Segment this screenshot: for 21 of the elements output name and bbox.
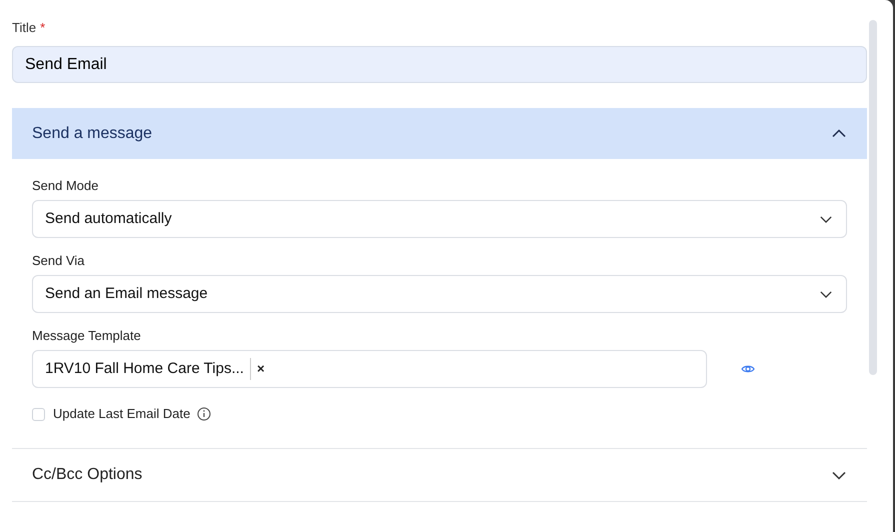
eye-icon[interactable] — [741, 364, 755, 374]
template-field[interactable]: 1RV10 Fall Home Care Tips... × — [32, 350, 707, 388]
required-mark: * — [40, 19, 46, 38]
select-field[interactable]: Send an Email message — [32, 275, 847, 313]
chevron-down-icon — [820, 216, 832, 222]
checkbox[interactable] — [32, 408, 45, 420]
scrollbar[interactable] — [869, 20, 877, 375]
field-label: Title — [12, 19, 36, 38]
field-label: Send Mode — [32, 177, 100, 195]
remove-button[interactable]: × — [256, 359, 265, 379]
info-icon[interactable] — [197, 407, 212, 421]
select-field[interactable]: Send automatically — [32, 200, 847, 238]
checkbox-label: Update Last Email Date — [53, 405, 190, 424]
title-input[interactable]: Send Email — [12, 46, 867, 83]
collapse-chevron-icon[interactable] — [831, 129, 847, 138]
expand-chevron-icon[interactable] — [831, 470, 847, 480]
chevron-down-icon — [820, 290, 832, 298]
template-tag: 1RV10 Fall Home Care Tips... — [45, 358, 251, 380]
field-label: Send Via — [32, 252, 86, 270]
section-header[interactable]: Send a message — [12, 108, 867, 159]
field-label: Message Template — [32, 327, 142, 345]
